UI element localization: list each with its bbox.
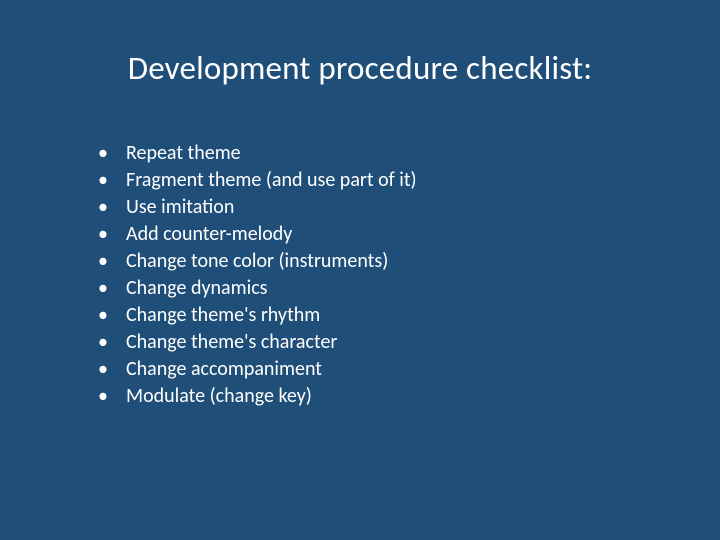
list-item: Add counter-melody [98, 221, 660, 248]
list-item: Modulate (change key) [98, 383, 660, 410]
list-item: Change tone color (instruments) [98, 248, 660, 275]
list-item: Change accompaniment [98, 356, 660, 383]
page-title: Development procedure checklist: [60, 48, 660, 88]
list-item: Use imitation [98, 194, 660, 221]
list-item: Change theme's character [98, 329, 660, 356]
list-item: Repeat theme [98, 140, 660, 167]
list-item: Fragment theme (and use part of it) [98, 167, 660, 194]
list-item: Change dynamics [98, 275, 660, 302]
list-item: Change theme's rhythm [98, 302, 660, 329]
slide-container: Development procedure checklist: Repeat … [0, 0, 720, 540]
checklist: Repeat theme Fragment theme (and use par… [60, 140, 660, 410]
